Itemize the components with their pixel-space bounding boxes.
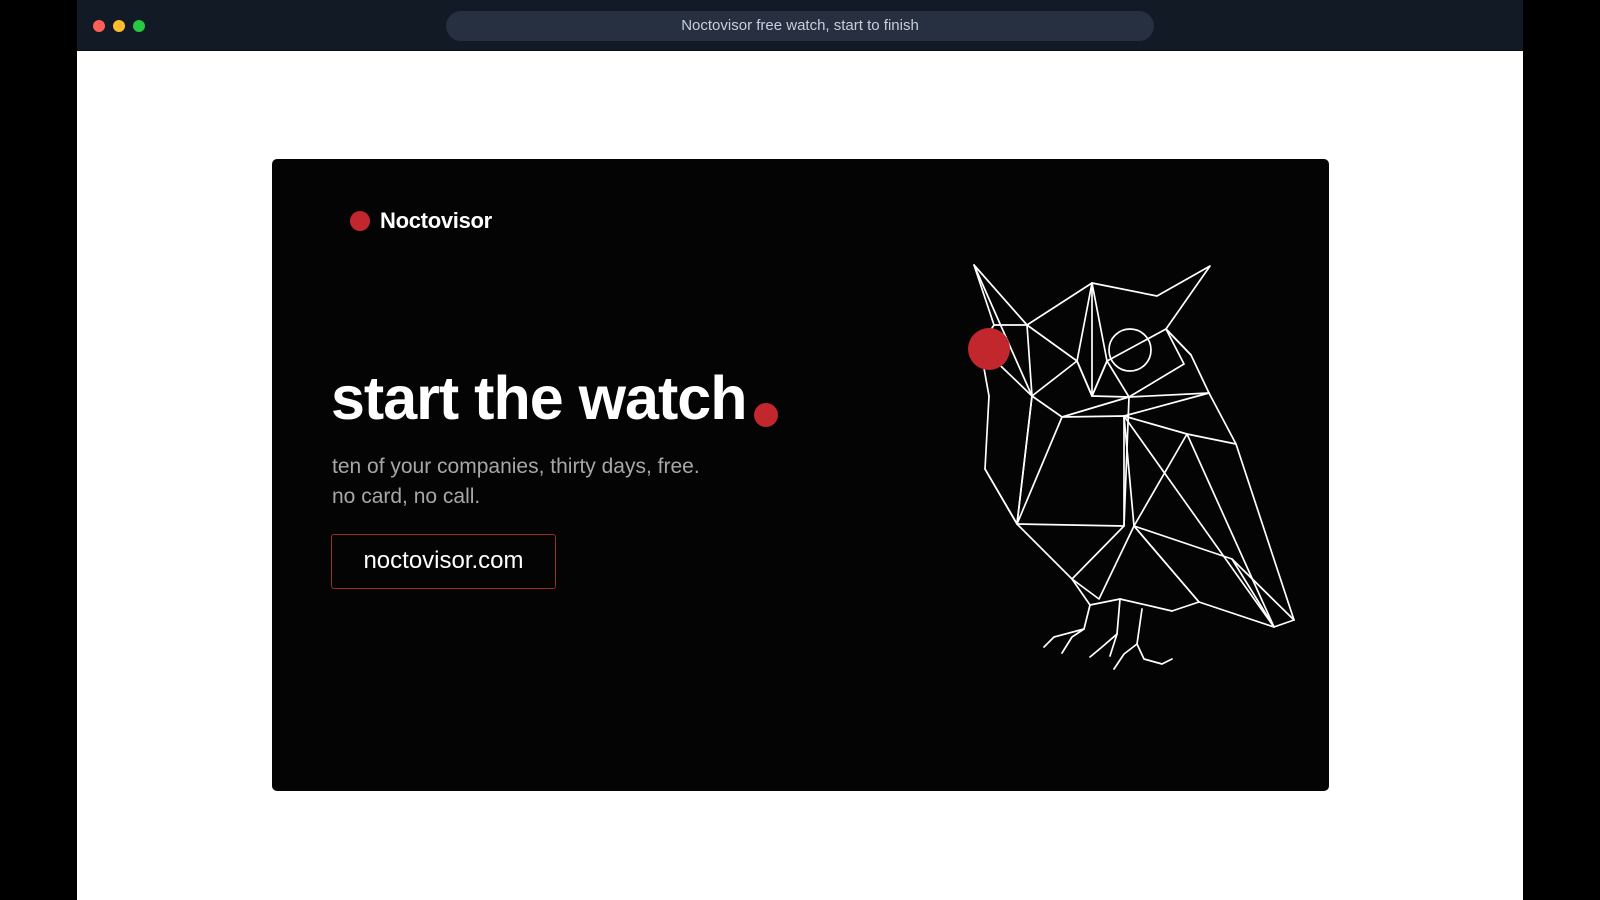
minimize-window-button[interactable] <box>113 20 125 32</box>
promo-card: Noctovisor start the watch ten of your c… <box>272 159 1329 791</box>
close-window-button[interactable] <box>93 20 105 32</box>
address-bar[interactable]: Noctovisor free watch, start to finish <box>446 11 1154 41</box>
maximize-window-button[interactable] <box>133 20 145 32</box>
browser-window: Noctovisor free watch, start to finish N… <box>77 0 1523 900</box>
geometric-owl-icon <box>968 264 1295 670</box>
title-bar: Noctovisor free watch, start to finish <box>77 0 1523 51</box>
